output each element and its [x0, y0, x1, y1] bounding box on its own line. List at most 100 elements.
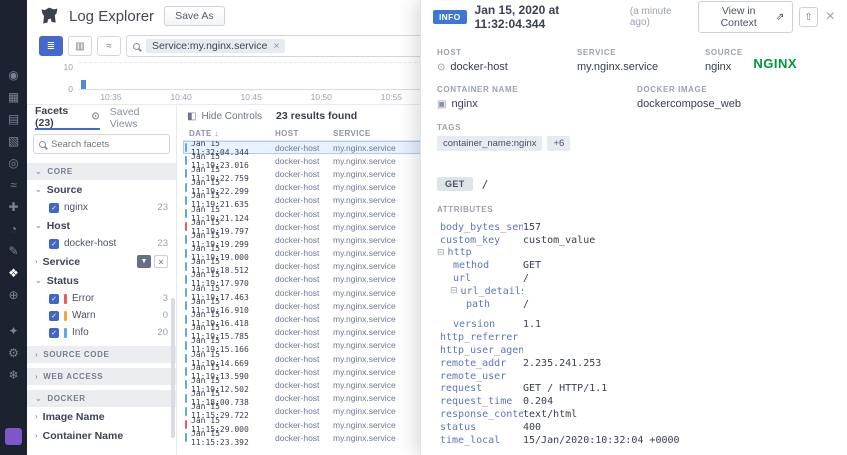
facet-count: 23 [157, 202, 168, 213]
facet-item-nginx[interactable]: ✓ nginx 23 [27, 199, 176, 216]
query-filter-chip[interactable]: Service:my.nginx.service × [146, 39, 285, 53]
attribute-row[interactable]: time_local 15/Jan/2020:10:32:04 +0000 [437, 434, 831, 447]
filter-applied-icon[interactable]: ▼ [137, 255, 151, 268]
integrations-icon[interactable]: ✚ [0, 196, 27, 218]
remove-filter-icon[interactable]: × [273, 40, 279, 52]
notebooks-icon[interactable]: ✎ [0, 240, 27, 262]
apm-icon[interactable]: ◔ [0, 218, 27, 240]
user-avatar[interactable] [5, 428, 22, 445]
attribute-row[interactable]: status 400 [437, 421, 831, 434]
facet-group-service[interactable]: › Service ▼ × [27, 252, 176, 271]
clear-filter-icon[interactable]: × [154, 255, 168, 268]
facet-count: 3 [163, 293, 168, 304]
events-icon[interactable]: ▤ [0, 108, 27, 130]
log-host: docker-host [275, 195, 333, 205]
log-service: my.nginx.service [333, 156, 425, 166]
hide-controls-button[interactable]: ◧ Hide Controls [187, 111, 262, 122]
section-core[interactable]: ⌄ CORE [27, 163, 176, 180]
field-value[interactable]: docker-host [450, 61, 507, 73]
field-value[interactable]: nginx [705, 61, 731, 73]
view-in-context-button[interactable]: View in Context ⇗ [698, 1, 794, 33]
log-service: my.nginx.service [333, 420, 425, 430]
field-value[interactable]: nginx [451, 98, 477, 110]
facet-item-info[interactable]: ✓ Info 20 [27, 324, 176, 341]
facet-group-source[interactable]: ⌄ Source [27, 180, 176, 199]
eye-icon[interactable]: ⊙ [91, 111, 99, 122]
metrics-icon[interactable]: ≈ [0, 174, 27, 196]
log-host: docker-host [275, 406, 333, 416]
tab-facets[interactable]: Facets (23) ⊙ [35, 105, 100, 130]
settings-gear-icon[interactable]: ⚙ [0, 342, 27, 364]
facet-group-container-name[interactable]: › Container Name [27, 426, 176, 445]
section-source-code[interactable]: › SOURCE CODE [27, 346, 176, 363]
attribute-row[interactable]: request_time 0.204 [437, 395, 831, 408]
attribute-row[interactable]: http_user_agent [437, 344, 831, 357]
facet-group-host[interactable]: ⌄ Host [27, 216, 176, 235]
attribute-row[interactable]: ⊟ http [437, 247, 831, 260]
synthetics-icon[interactable]: ⊕ [0, 284, 27, 306]
attribute-row[interactable]: remote_user [437, 370, 831, 383]
checkbox-checked-icon[interactable]: ✓ [49, 203, 59, 213]
expand-toggle-icon[interactable]: ⊟ [437, 248, 445, 258]
monitors-icon[interactable]: ◎ [0, 152, 27, 174]
facet-search[interactable] [33, 134, 170, 154]
tag-chip[interactable]: container_name:nginx [437, 136, 542, 151]
tab-saved-views[interactable]: Saved Views [110, 105, 168, 130]
field-value[interactable]: my.nginx.service [577, 61, 658, 73]
attribute-row[interactable]: body_bytes_sent 157 [437, 221, 831, 234]
facet-item-docker-host[interactable]: ✓ docker-host 23 [27, 235, 176, 252]
table-view-button[interactable]: ▥ [68, 36, 92, 56]
attribute-row[interactable]: ⊟ url_details [437, 285, 831, 298]
logs-icon[interactable]: ❖ [0, 262, 27, 284]
attribute-row[interactable]: path / [437, 298, 831, 311]
attribute-row[interactable]: request GET / HTTP/1.1 [437, 383, 831, 396]
checkbox-checked-icon[interactable]: ✓ [49, 239, 59, 249]
watchdog-icon[interactable]: ◉ [0, 64, 27, 86]
facet-item-error[interactable]: ✓ Error 3 [27, 290, 176, 307]
analytics-view-button[interactable]: ≈ [97, 36, 121, 56]
nginx-logo: NGINX [753, 56, 797, 71]
attribute-row[interactable]: http_referrer [437, 331, 831, 344]
column-service[interactable]: SERVICE [333, 129, 425, 138]
log-host: docker-host [275, 274, 333, 284]
log-host: docker-host [275, 314, 333, 324]
checkbox-checked-icon[interactable]: ✓ [49, 294, 59, 304]
export-icon[interactable]: ⇧ [799, 7, 817, 27]
dashboards-icon[interactable]: ▧ [0, 130, 27, 152]
facet-group-image-name[interactable]: › Image Name [27, 407, 176, 426]
attribute-row[interactable]: response_content_type text/html [437, 408, 831, 421]
attribute-row[interactable]: custom_key custom_value [437, 234, 831, 247]
expand-toggle-icon[interactable]: ⊟ [450, 286, 458, 296]
log-service: my.nginx.service [333, 261, 425, 271]
section-docker[interactable]: ⌄ DOCKER [27, 390, 176, 407]
chevron-right-icon: › [35, 372, 38, 381]
checkbox-checked-icon[interactable]: ✓ [49, 328, 59, 338]
status-strip [185, 196, 187, 205]
log-host: docker-host [275, 433, 333, 443]
attribute-row[interactable]: method GET [437, 259, 831, 272]
facet-value-label: Warn [72, 310, 96, 321]
list-view-button[interactable]: ≣ [39, 36, 63, 56]
tag-chip[interactable]: +6 [547, 136, 570, 151]
infrastructure-icon[interactable]: ▦ [0, 86, 27, 108]
attribute-row[interactable]: remote_addr 2.235.241.253 [437, 357, 831, 370]
field-value[interactable]: dockercompose_web [637, 98, 741, 110]
security-icon[interactable]: ✦ [0, 320, 27, 342]
section-web-access[interactable]: › WEB ACCESS [27, 368, 176, 385]
facet-scrollbar[interactable] [171, 298, 175, 438]
save-as-button[interactable]: Save As [164, 6, 225, 26]
facet-search-input[interactable] [51, 139, 164, 150]
status-strip [185, 380, 187, 389]
checkbox-checked-icon[interactable]: ✓ [49, 311, 59, 321]
facet-group-status[interactable]: ⌄ Status [27, 271, 176, 290]
close-icon[interactable]: × [826, 9, 835, 25]
attribute-row[interactable]: version 1.1 [437, 319, 831, 332]
status-strip [185, 433, 187, 442]
facet-item-warn[interactable]: ✓ Warn 0 [27, 307, 176, 324]
snowflake-icon[interactable]: ❄ [0, 364, 27, 386]
column-host[interactable]: HOST [275, 129, 333, 138]
attribute-row[interactable]: url / [437, 272, 831, 285]
field-label: CONTAINER NAME [437, 85, 637, 94]
histogram-bar[interactable] [81, 80, 86, 89]
column-date[interactable]: DATE ↓ [183, 129, 275, 138]
